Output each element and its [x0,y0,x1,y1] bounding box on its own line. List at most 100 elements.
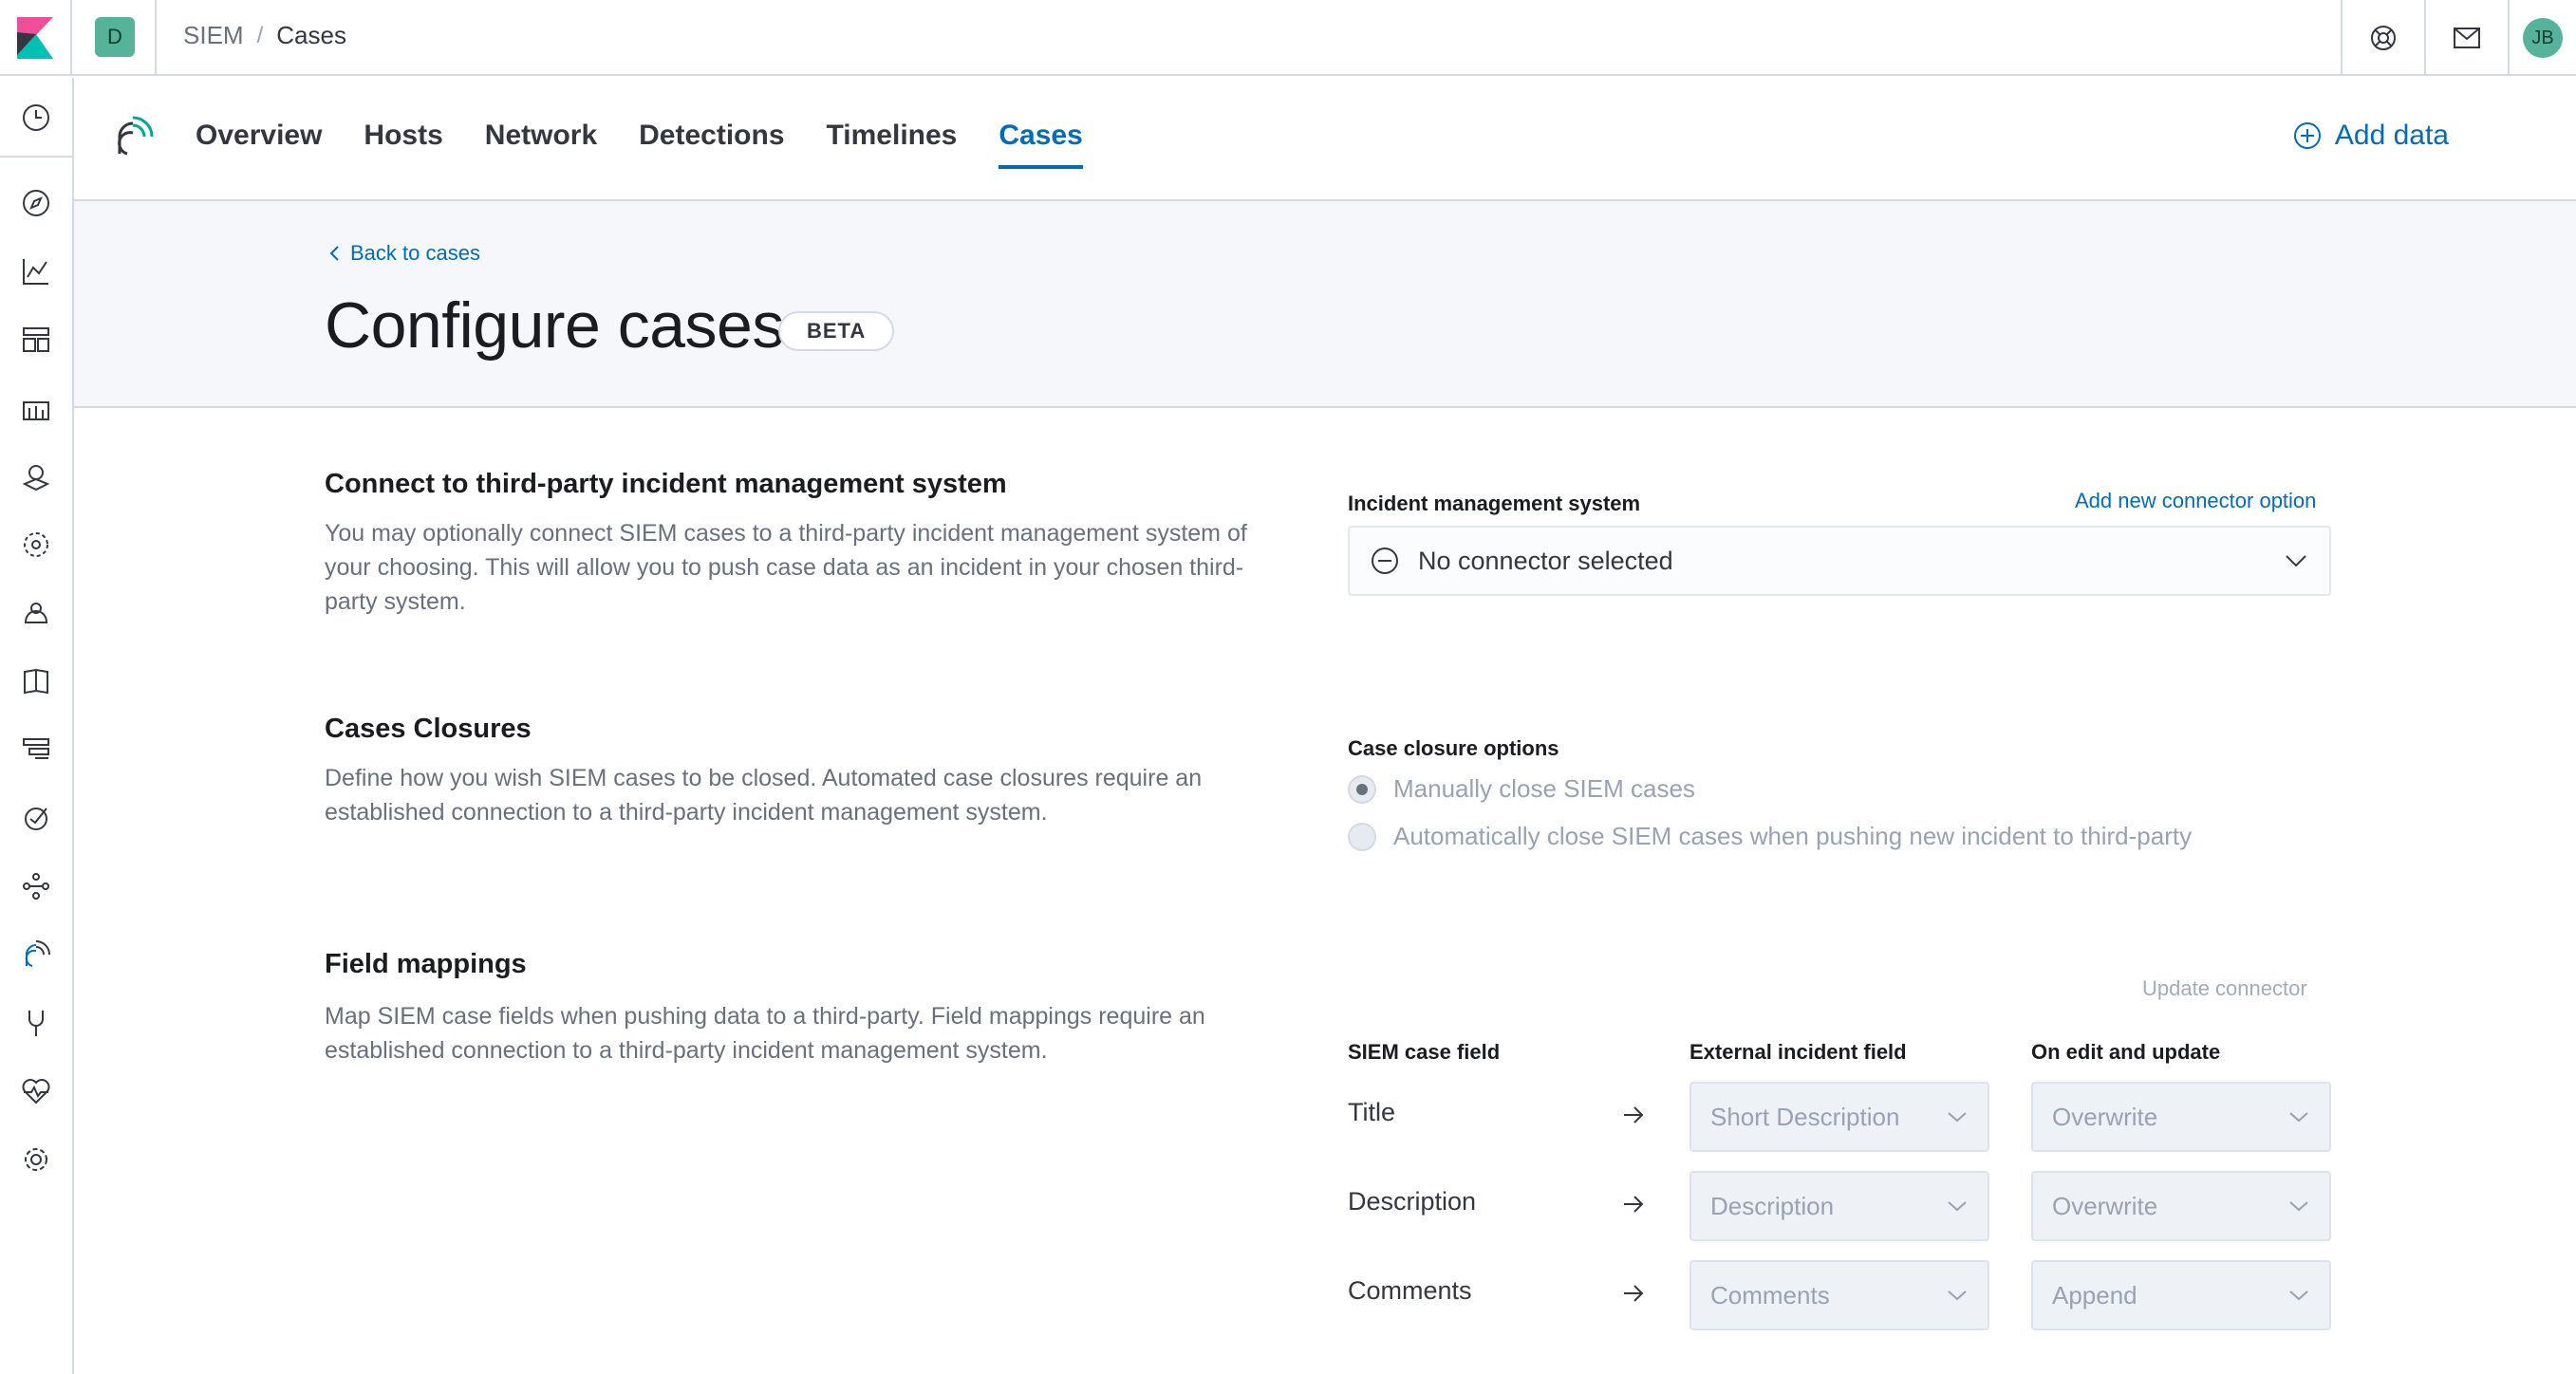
external-field-select[interactable]: Comments [1689,1260,1989,1330]
radio-manual-close[interactable]: Manually close SIEM cases [1348,774,1695,804]
dev-tools-nav[interactable] [0,996,72,1049]
mapping-field-comments: Comments [1348,1276,1472,1305]
breadcrumb-cases: Cases [276,21,346,49]
action-select[interactable]: Append [2031,1260,2331,1330]
dashboard-nav[interactable] [0,313,72,366]
dashboard-icon [23,327,49,352]
siem-case-field-header: SIEM case field [1348,1040,1501,1064]
compass-icon [23,190,49,216]
machine-learning-icon [24,532,48,557]
radio-button-unchecked[interactable] [1348,822,1376,851]
update-connector-button[interactable]: Update connector [2142,976,2307,1001]
plus-circle-icon [2293,122,2321,149]
tab-network[interactable]: Network [485,120,597,169]
kibana-logo-icon [17,17,53,59]
action-value: Append [2052,1280,2137,1309]
tab-cases[interactable]: Cases [999,120,1083,169]
tab-overview[interactable]: Overview [196,120,322,169]
connect-section-title: Connect to third-party incident manageme… [325,469,1007,499]
chevron-down-icon [1948,1112,1967,1123]
closure-section-title: Cases Closures [325,714,532,744]
heartbeat-icon [22,1079,50,1105]
recently-viewed-nav[interactable] [0,91,72,144]
user-avatar: JB [2523,18,2563,58]
action-select[interactable]: Overwrite [2031,1171,2331,1241]
chevron-down-icon [2289,1201,2308,1212]
infrastructure-nav[interactable] [0,586,72,640]
radio-auto-label: Automatically close SIEM cases when push… [1393,822,2193,850]
back-to-cases-link[interactable]: Back to cases [327,241,480,266]
incident-system-label: Incident management system [1348,492,1641,515]
radio-button-checked[interactable] [1348,774,1376,804]
tab-hosts[interactable]: Hosts [364,120,442,169]
wrench-icon [28,1011,44,1036]
apm-icon [23,738,49,759]
connector-select[interactable]: No connector selected [1348,526,2331,596]
page-title: Configure cases [325,289,784,362]
kibana-logo[interactable] [0,0,72,76]
external-field-value: Short Description [1710,1102,1900,1131]
breadcrumb: SIEM / Cases [183,21,346,50]
breadcrumb-siem[interactable]: SIEM [183,21,244,50]
canvas-nav[interactable] [0,381,72,435]
user-menu-button[interactable]: JB [2508,0,2576,76]
help-button[interactable] [2341,0,2424,76]
app-tabs: Overview Hosts Network Detections Timeli… [196,120,1083,169]
maps-nav[interactable] [0,450,72,503]
siem-logo-icon [118,116,154,156]
chevron-down-icon [2289,1112,2308,1123]
discover-nav[interactable] [0,176,72,230]
beta-badge: BETA [778,311,895,351]
graph-nav[interactable] [0,860,72,913]
map-pin-icon [22,465,50,492]
back-label: Back to cases [350,241,480,265]
add-data-label: Add data [2334,120,2449,151]
tab-detections[interactable]: Detections [639,120,784,169]
external-field-value: Description [1710,1191,1835,1220]
clock-icon [23,104,49,131]
external-field-value: Comments [1710,1280,1830,1309]
add-data-button[interactable]: Add data [2293,120,2449,152]
siem-icon [25,940,50,967]
chevron-down-icon [2286,555,2306,567]
no-connector-icon [1372,548,1398,574]
tab-timelines[interactable]: Timelines [827,120,958,169]
mapping-section-description: Map SIEM case fields when pushing data t… [325,1003,1205,1064]
radio-manual-label: Manually close SIEM cases [1393,774,1695,803]
connector-select-value: No connector selected [1418,546,1673,575]
radio-auto-close[interactable]: Automatically close SIEM cases when push… [1348,822,2192,851]
app-navigation: Overview Hosts Network Detections Timeli… [74,78,2576,201]
infrastructure-icon [24,603,48,623]
apm-nav[interactable] [0,723,72,776]
siem-nav[interactable] [0,928,72,981]
arrow-right-icon [1624,1106,1644,1123]
space-avatar[interactable]: D [95,17,135,57]
mapping-field-description: Description [1348,1187,1477,1216]
nav-divider [0,156,72,158]
siem-app-icon [112,114,156,162]
help-icon [2371,26,2396,50]
canvas-icon [23,401,49,420]
case-closure-label: Case closure options [1348,736,1559,760]
mail-icon [2454,28,2480,48]
edit-update-header: On edit and update [2031,1040,2221,1064]
top-header: D SIEM / Cases JB [0,0,2576,76]
chevron-down-icon [1948,1290,1967,1301]
header-divider [155,0,157,76]
action-value: Overwrite [2052,1102,2158,1131]
monitoring-nav[interactable] [0,1065,72,1118]
newsfeed-button[interactable] [2424,0,2508,76]
graph-icon [23,873,49,900]
external-field-select[interactable]: Description [1689,1171,1989,1241]
logs-nav[interactable] [0,655,72,708]
uptime-nav[interactable] [0,791,72,845]
visualize-nav[interactable] [0,245,72,298]
ml-nav[interactable] [0,518,72,571]
side-nav [0,78,74,1374]
uptime-icon [25,808,47,830]
closure-section-description: Define how you wish SIEM cases to be clo… [325,765,1203,826]
management-nav[interactable] [0,1133,72,1186]
add-connector-link[interactable]: Add new connector option [2075,489,2316,513]
external-field-select[interactable]: Short Description [1689,1082,1989,1152]
action-select[interactable]: Overwrite [2031,1082,2331,1152]
